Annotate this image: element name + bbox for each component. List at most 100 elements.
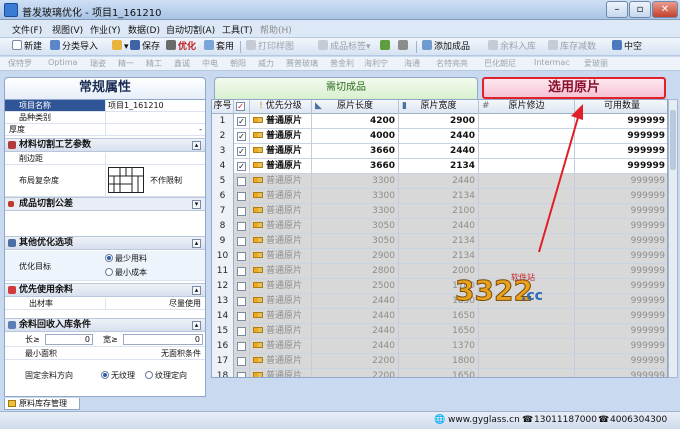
brand-item[interactable]: 巴化朗尼	[484, 58, 516, 69]
wid-cell[interactable]: 1370	[399, 339, 479, 354]
prop-project-name[interactable]: 项目名称 项目1_161210	[5, 100, 205, 112]
tab-select-sheets[interactable]: 选用原片	[482, 77, 666, 99]
n-cell[interactable]: 8	[212, 219, 234, 234]
len-cell[interactable]: 3660	[312, 159, 399, 174]
n-cell[interactable]: 1	[212, 114, 234, 129]
grade-cell[interactable]: 普通原片	[250, 234, 312, 249]
row-checkbox-cell[interactable]: ✓	[234, 114, 250, 129]
len-cell[interactable]: 2900	[312, 249, 399, 264]
table-row[interactable]: 14 普通原片 2440 1650 999999	[212, 309, 667, 324]
qty-cell[interactable]: 999999	[575, 279, 667, 294]
section-remnant-first[interactable]: 优先使用余料 ▴	[5, 283, 205, 297]
prop-category[interactable]: 品种类别	[5, 112, 205, 124]
wid-cell[interactable]: 1800	[399, 354, 479, 369]
grid-scrollbar[interactable]	[668, 99, 678, 378]
len-cell[interactable]: 2200	[312, 354, 399, 369]
complexity-field[interactable]: 不作限制	[105, 165, 205, 196]
menu-tools[interactable]: 工具(T)	[222, 23, 253, 36]
trim-cell[interactable]	[479, 324, 575, 339]
qty-cell[interactable]: 999999	[575, 354, 667, 369]
bottom-tab-inventory[interactable]: 原料库存管理	[4, 398, 80, 410]
row-checkbox[interactable]	[237, 357, 246, 366]
row-checkbox[interactable]	[237, 237, 246, 246]
open-button[interactable]: ▾	[112, 40, 129, 54]
grade-cell[interactable]: 普通原片	[250, 279, 312, 294]
grade-cell[interactable]: 普通原片	[250, 324, 312, 339]
trim-cell[interactable]	[479, 339, 575, 354]
row-checkbox[interactable]	[237, 267, 246, 276]
table-row[interactable]: 16 普通原片 2440 1370 999999	[212, 339, 667, 354]
brand-item[interactable]: 爱玻丽	[584, 58, 608, 69]
row-checkbox[interactable]	[237, 372, 246, 377]
len-cell[interactable]: 2800	[312, 264, 399, 279]
table-row[interactable]: 2 ✓ 普通原片 4000 2440 999999	[212, 129, 667, 144]
len-cell[interactable]: 4200	[312, 114, 399, 129]
len-cell[interactable]: 2440	[312, 294, 399, 309]
tools-button[interactable]	[398, 40, 410, 54]
wid-cell[interactable]: 2440	[399, 174, 479, 189]
direction-option-no-grain[interactable]: 无纹理	[101, 370, 135, 381]
grade-cell[interactable]: 普通原片	[250, 309, 312, 324]
table-row[interactable]: 12 普通原片 2500 1700 999999	[212, 279, 667, 294]
row-checkbox[interactable]	[237, 312, 246, 321]
row-checkbox[interactable]	[237, 342, 246, 351]
table-row[interactable]: 10 普通原片 2900 2134 999999	[212, 249, 667, 264]
n-cell[interactable]: 10	[212, 249, 234, 264]
brand-item[interactable]: 赛普玻璃	[286, 58, 318, 69]
min-width-field[interactable]: 0	[123, 334, 203, 345]
qty-cell[interactable]: 999999	[575, 369, 667, 377]
table-row[interactable]: 7 普通原片 3300 2100 999999	[212, 204, 667, 219]
brand-item[interactable]: 威力	[258, 58, 274, 69]
n-cell[interactable]: 18	[212, 369, 234, 377]
col-width[interactable]: ▮ 原片宽度	[399, 100, 479, 114]
brand-item[interactable]: 鑫诚	[174, 58, 190, 69]
row-checkbox-cell[interactable]	[234, 234, 250, 249]
grade-cell[interactable]: 普通原片	[250, 249, 312, 264]
category-field[interactable]	[105, 112, 205, 123]
wid-cell[interactable]: 2440	[399, 144, 479, 159]
prop-min-area[interactable]: 最小面积 无面积条件	[5, 348, 205, 360]
menu-autocut[interactable]: 自动切割(A)	[166, 23, 215, 36]
collapse-toggle[interactable]: ▴	[192, 239, 201, 248]
grade-cell[interactable]: 普通原片	[250, 174, 312, 189]
len-cell[interactable]: 3300	[312, 189, 399, 204]
wid-cell[interactable]: 1650	[399, 309, 479, 324]
qty-cell[interactable]: 999999	[575, 324, 667, 339]
menu-view[interactable]: 视图(V)	[52, 23, 83, 36]
brand-item[interactable]: 普金利	[330, 58, 354, 69]
grade-cell[interactable]: 普通原片	[250, 264, 312, 279]
apply-button[interactable]: 套用	[204, 40, 234, 54]
wid-cell[interactable]: 1650	[399, 324, 479, 339]
prop-trim[interactable]: 削边距	[5, 153, 205, 165]
remnant-inbound-button[interactable]: 余料入库	[488, 40, 536, 54]
wid-cell[interactable]: 2900	[399, 114, 479, 129]
table-row[interactable]: 4 ✓ 普通原片 3660 2134 999999	[212, 159, 667, 174]
thickness-select[interactable]: -	[105, 124, 205, 135]
tab-products-to-cut[interactable]: 需切成品	[214, 77, 478, 99]
table-row[interactable]: 9 普通原片 3050 2134 999999	[212, 234, 667, 249]
row-checkbox-cell[interactable]	[234, 309, 250, 324]
row-checkbox-cell[interactable]	[234, 174, 250, 189]
expand-toggle[interactable]: ▾	[192, 200, 201, 209]
brand-item[interactable]: Optima	[48, 58, 77, 67]
wid-cell[interactable]: 2134	[399, 159, 479, 174]
n-cell[interactable]: 13	[212, 294, 234, 309]
n-cell[interactable]: 5	[212, 174, 234, 189]
trim-field[interactable]	[105, 153, 205, 164]
n-cell[interactable]: 11	[212, 264, 234, 279]
min-area-field[interactable]: 无面积条件	[105, 348, 205, 359]
row-checkbox-cell[interactable]	[234, 354, 250, 369]
grade-cell[interactable]: 普通原片	[250, 369, 312, 377]
len-cell[interactable]: 3050	[312, 234, 399, 249]
row-checkbox-cell[interactable]	[234, 249, 250, 264]
row-checkbox[interactable]: ✓	[237, 132, 246, 141]
row-checkbox-cell[interactable]	[234, 264, 250, 279]
len-cell[interactable]: 2440	[312, 324, 399, 339]
row-checkbox[interactable]	[237, 297, 246, 306]
section-tolerance[interactable]: 成品切割公差 ▾	[5, 197, 205, 211]
wid-cell[interactable]: 2440	[399, 219, 479, 234]
goal-option-min-material[interactable]: 最少用料	[105, 253, 147, 264]
len-cell[interactable]: 2500	[312, 279, 399, 294]
row-checkbox[interactable]: ✓	[237, 117, 246, 126]
row-checkbox-cell[interactable]	[234, 189, 250, 204]
